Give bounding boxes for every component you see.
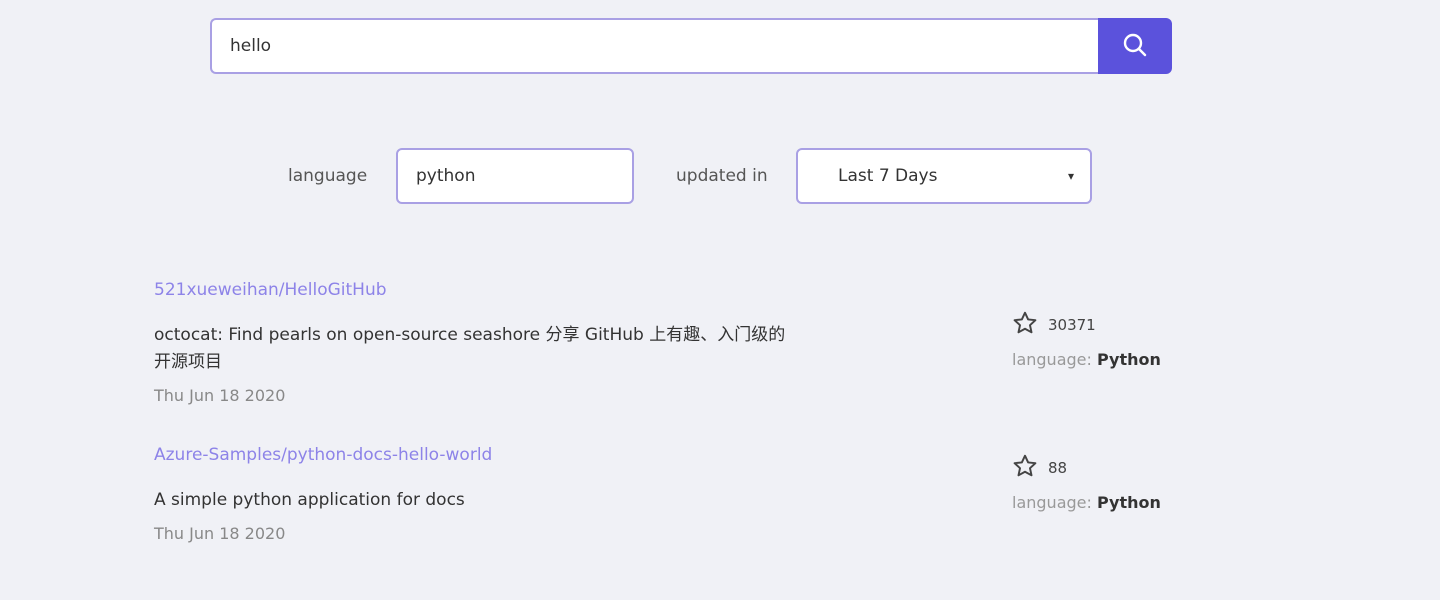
repo-description: octocat: Find pearls on open-source seas…	[154, 325, 786, 372]
star-icon	[1012, 310, 1038, 340]
search-bar	[210, 18, 1172, 74]
repo-name-link[interactable]: Azure-Samples/python-docs-hello-world	[154, 445, 492, 465]
search-icon	[1122, 32, 1148, 61]
repo-language-label: language:	[1012, 350, 1092, 369]
repo-language-value: Python	[1096, 493, 1161, 512]
repo-description: A simple python application for docs	[154, 490, 465, 510]
repo-language: language: Python	[1012, 493, 1161, 512]
repo-date: Thu Jun 18 2020	[154, 386, 286, 405]
language-input[interactable]	[396, 148, 634, 204]
repo-date: Thu Jun 18 2020	[154, 524, 286, 543]
search-button[interactable]	[1098, 18, 1172, 74]
star-count: 30371	[1048, 316, 1096, 334]
repo-language: language: Python	[1012, 350, 1161, 369]
star-count: 88	[1048, 459, 1068, 477]
updated-select-value: Last 7 Days	[838, 166, 938, 186]
star-row: 88	[1012, 453, 1161, 483]
language-label: language	[288, 166, 368, 186]
star-icon	[1012, 453, 1038, 483]
filters-row: language updated in Last 7 Days ▾	[0, 148, 1440, 204]
updated-select[interactable]: Last 7 Days ▾	[796, 148, 1092, 204]
chevron-down-icon: ▾	[1067, 169, 1074, 183]
star-row: 30371	[1012, 310, 1161, 340]
repo-meta: 88 language: Python	[1012, 453, 1161, 512]
search-input[interactable]	[210, 18, 1098, 74]
repo-name-link[interactable]: 521xueweihan/HelloGitHub	[154, 280, 387, 300]
repo-meta: 30371 language: Python	[1012, 310, 1161, 369]
repo-language-label: language:	[1012, 493, 1092, 512]
repo-language-value: Python	[1096, 350, 1161, 369]
result-item: 521xueweihan/HelloGitHub octocat: Find p…	[154, 280, 1284, 405]
results-list: 521xueweihan/HelloGitHub octocat: Find p…	[154, 280, 1284, 583]
result-item: Azure-Samples/python-docs-hello-world A …	[154, 445, 1284, 543]
updated-label: updated in	[676, 166, 768, 186]
